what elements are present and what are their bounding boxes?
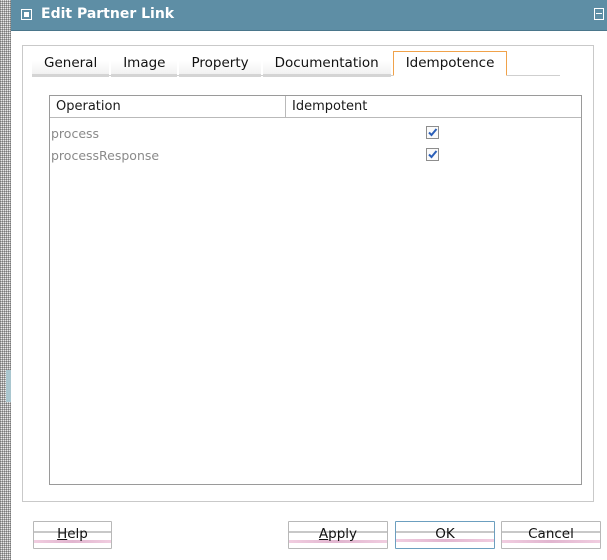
desktop-edge <box>0 0 11 560</box>
tab-idempotence[interactable]: Idempotence <box>392 51 508 76</box>
idempotent-checkbox[interactable] <box>426 126 439 139</box>
help-button[interactable]: Help <box>33 521 112 549</box>
idempotent-checkbox[interactable] <box>426 148 439 161</box>
checkbox-checked-icon <box>428 150 438 159</box>
apply-label-rest: pply <box>328 526 358 542</box>
ok-label: OK <box>435 526 455 542</box>
table-row[interactable]: processResponse <box>50 146 581 165</box>
operation-cell: process <box>51 126 100 141</box>
tab-property[interactable]: Property <box>179 52 261 77</box>
window-title: Edit Partner Link <box>41 6 175 22</box>
apply-mnemonic: A <box>318 526 329 542</box>
cancel-label: Cancel <box>528 526 574 542</box>
table-row[interactable]: process <box>50 124 581 143</box>
checkbox-checked-icon <box>428 128 438 137</box>
tab-strip: General Image Property Documentation Ide… <box>32 51 509 77</box>
help-label-rest: elp <box>67 526 88 542</box>
apply-button[interactable]: Apply <box>288 521 388 549</box>
window-menu-icon[interactable] <box>21 9 32 20</box>
help-mnemonic: H <box>57 526 68 542</box>
column-header-idempotent[interactable]: Idempotent <box>286 96 581 117</box>
idempotence-table: Operation Idempotent process processResp… <box>49 95 582 485</box>
tab-image[interactable]: Image <box>111 52 178 77</box>
cancel-button[interactable]: Cancel <box>501 521 601 549</box>
table-header: Operation Idempotent <box>50 96 581 118</box>
operation-cell: processResponse <box>51 148 160 163</box>
title-bar[interactable]: Edit Partner Link <box>11 0 607 31</box>
tab-general[interactable]: General <box>32 52 110 77</box>
tab-documentation[interactable]: Documentation <box>262 52 391 77</box>
maximize-icon[interactable] <box>594 8 604 20</box>
ok-button[interactable]: OK <box>395 521 495 549</box>
column-header-operation[interactable]: Operation <box>50 96 286 117</box>
